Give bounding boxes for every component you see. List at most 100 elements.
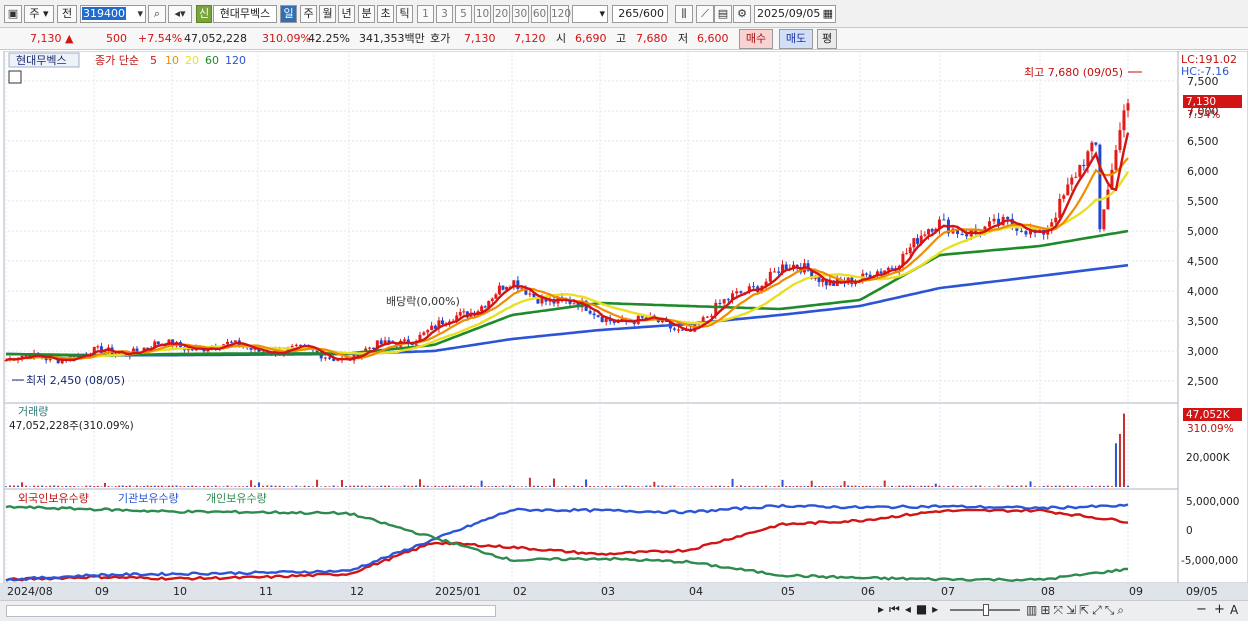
playback-controls[interactable]: ▸⏮◂■▸	[878, 602, 943, 617]
calendar-icon[interactable]: ▦	[823, 6, 835, 22]
candle-body	[705, 316, 709, 318]
volume-bar	[466, 486, 469, 487]
volume-bar	[411, 485, 414, 487]
period-button-5[interactable]: 초	[377, 5, 394, 23]
volume-bar	[665, 486, 668, 487]
period-button-4[interactable]: 분	[358, 5, 375, 23]
new-badge[interactable]: 신	[196, 5, 212, 23]
x-axis-label: 08	[1041, 585, 1055, 598]
interval-button-2[interactable]: 5	[455, 5, 472, 23]
interval-button-1[interactable]: 3	[436, 5, 453, 23]
volume-bar	[561, 486, 564, 487]
volume-bar	[597, 486, 600, 487]
volume-bar	[532, 485, 535, 487]
candle-body	[379, 340, 383, 345]
volume-bar	[422, 485, 425, 487]
volume-bar	[282, 486, 285, 487]
buy-button[interactable]: 매수	[739, 29, 773, 49]
interval-button-7[interactable]: 120	[550, 5, 571, 23]
candle-body	[426, 330, 430, 333]
candle-body	[905, 253, 909, 255]
candle-type-icon[interactable]: ⫼	[675, 5, 693, 23]
legend-ma-20: 20	[185, 54, 199, 67]
period-button-0[interactable]: 일	[280, 5, 297, 23]
period-button-2[interactable]: 월	[319, 5, 336, 23]
volume-bar	[77, 486, 80, 487]
volume-bar	[839, 485, 842, 487]
candle-body	[1090, 142, 1094, 152]
sell-button[interactable]: 매도	[779, 29, 813, 49]
current-price: 7,130 ▲	[30, 32, 74, 45]
volume-bar	[324, 486, 327, 487]
price-tick-label: 6,000	[1187, 165, 1219, 178]
candle-body	[923, 234, 927, 236]
interval-combo[interactable]: ▾	[572, 5, 608, 23]
candle-body	[1066, 184, 1070, 196]
volume-bar	[633, 486, 636, 487]
volume-bar	[625, 485, 628, 487]
volume-bar	[501, 485, 504, 487]
chart-svg[interactable]: 7,5007,0006,5006,0005,5005,0004,5004,000…	[0, 50, 1248, 600]
candle-body	[726, 299, 730, 301]
candle-body	[440, 320, 444, 325]
volume-bar	[295, 485, 298, 487]
indicator-icon[interactable]: ⟋	[696, 5, 714, 23]
volume-bar	[57, 485, 60, 487]
chart-area[interactable]: 7,500 7,000 6,500 6,000 5,500 5,000 4,500 4,000…	[0, 50, 1248, 600]
volume-bar	[1046, 485, 1049, 487]
holding-foreign-label: 외국인보유수량	[18, 492, 89, 505]
volume-bar	[1082, 486, 1085, 487]
volume-bar	[195, 486, 198, 487]
eval-button[interactable]: 평	[817, 29, 837, 49]
x-axis-label: 03	[601, 585, 615, 598]
interval-button-5[interactable]: 30	[512, 5, 529, 23]
candle-body	[1118, 130, 1122, 150]
interval-button-3[interactable]: 10	[474, 5, 491, 23]
volume-bar	[13, 485, 16, 487]
horizontal-scrollbar[interactable]	[6, 605, 496, 617]
bid-price: 7,120	[514, 32, 546, 45]
interval-button-0[interactable]: 1	[417, 5, 434, 23]
top-toolbar: ▣ 주 ▾ 전 319400 ▾ ⌕ ◂▾ 신 현대무벡스 일주월년분초틱 135…	[0, 0, 1248, 28]
volume-bar	[345, 486, 348, 487]
price-type-button[interactable]: 전	[57, 5, 77, 23]
price-tick-label: 2,500	[1187, 375, 1219, 388]
period-button-6[interactable]: 틱	[396, 5, 413, 23]
font-size-icon[interactable]: A	[1230, 603, 1238, 617]
period-button-1[interactable]: 주	[300, 5, 317, 23]
volume-bar	[814, 485, 817, 487]
candle-body	[156, 341, 160, 345]
grid-toggle-icon[interactable]	[8, 70, 22, 84]
interval-button-6[interactable]: 60	[531, 5, 548, 23]
zoom-out-icon[interactable]: −	[1196, 602, 1212, 617]
speaker-icon[interactable]: ◂▾	[168, 5, 192, 23]
count-field[interactable]: 265/600	[612, 5, 668, 23]
search-icon[interactable]: ⌕	[148, 5, 166, 23]
price-tick-label: 6,500	[1187, 135, 1219, 148]
window-icon[interactable]: ▣	[4, 5, 22, 23]
volume-bar	[250, 480, 253, 487]
zoom-in-icon[interactable]: +	[1214, 602, 1225, 617]
volume-bar	[287, 486, 290, 487]
volume-bar	[697, 486, 700, 487]
volume-bar	[307, 485, 310, 487]
date-field[interactable]: 2025/09/05 ▦	[754, 5, 836, 23]
stock-name-field[interactable]: 현대무벡스	[213, 5, 277, 23]
candle-body	[572, 303, 576, 305]
trade-amount: 341,353백만	[359, 32, 425, 45]
current-pct-axis: 7.54%	[1187, 109, 1220, 121]
interval-button-4[interactable]: 20	[493, 5, 510, 23]
candle-body	[233, 340, 237, 343]
volume-bar	[832, 486, 835, 487]
gear-icon[interactable]: ⚙	[733, 5, 751, 23]
x-axis-label: 10	[173, 585, 187, 598]
volume-bar	[214, 485, 217, 487]
zoom-slider-handle[interactable]	[983, 604, 989, 616]
period-button-3[interactable]: 년	[338, 5, 355, 23]
volume-bar	[69, 485, 72, 487]
volume-bar	[850, 485, 853, 487]
market-select[interactable]: 주 ▾	[24, 5, 54, 23]
save-icon[interactable]: ▤	[714, 5, 732, 23]
tool-icons[interactable]: ▥⊞⤧⇲⇱⤢⤡⌕	[1026, 603, 1127, 618]
stock-code-input[interactable]: 319400 ▾	[80, 5, 146, 23]
